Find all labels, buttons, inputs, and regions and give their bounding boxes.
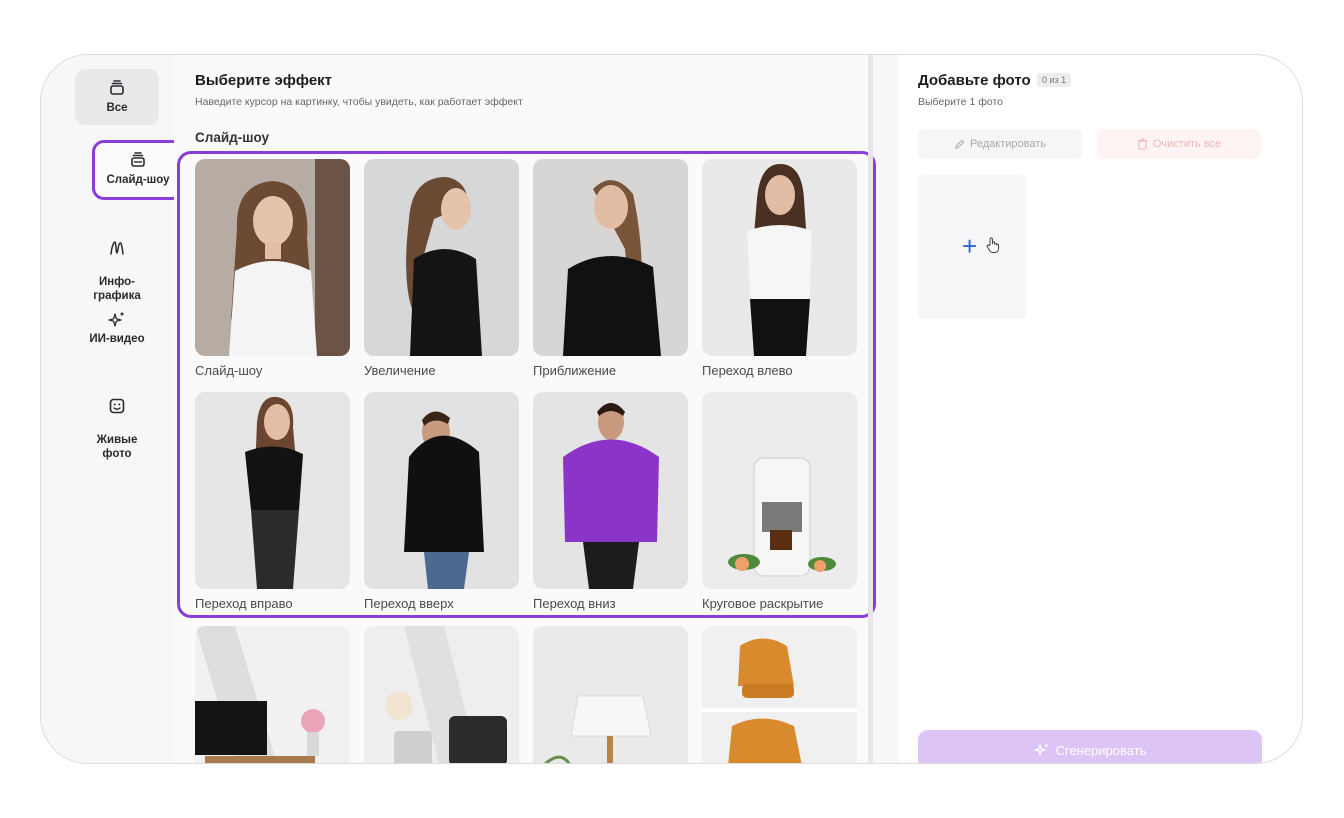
sidebar-item-label: ИИ-видео [89, 333, 145, 345]
slideshow-icon [131, 152, 145, 167]
sparkle-icon [108, 311, 125, 327]
smiley-icon [109, 398, 125, 414]
add-photo-slot[interactable]: + [918, 175, 1026, 319]
pencil-icon [955, 139, 965, 149]
clear-all-button-label: Очистить все [1152, 138, 1222, 150]
sidebar-item-label: Слайд-шоу [106, 174, 170, 186]
effects-panel: Выберите эффект Наведите курсор на карти… [174, 55, 876, 763]
sidebar-item-label: Живые фото [96, 434, 138, 460]
generate-button[interactable]: Сгенерировать [918, 730, 1262, 763]
effects-subtitle: Наведите курсор на картинку, чтобы увиде… [195, 96, 523, 108]
section-title: Слайд-шоу [195, 130, 270, 145]
edit-button[interactable]: Редактировать [918, 129, 1082, 159]
effect-thumbnail [364, 626, 519, 763]
upload-panel: Добавьте фото 0 из 1 Выберите 1 фото Ред… [898, 55, 1302, 763]
sparkle-icon [1033, 743, 1049, 756]
effect-card[interactable] [195, 626, 350, 763]
sidebar-item-slideshow[interactable]: Слайд-шоу [92, 140, 184, 200]
effect-card[interactable] [533, 626, 688, 763]
infographic-icon [110, 241, 124, 255]
effect-card[interactable] [364, 626, 519, 763]
effect-thumbnail [702, 626, 857, 763]
sidebar-item-label: Инфо- графика [93, 276, 141, 302]
sidebar-item-ai-video[interactable]: ИИ-видео [75, 300, 159, 345]
sidebar-item-live-photos[interactable]: Живые фото [75, 373, 159, 460]
selected-group-highlight [177, 151, 876, 618]
sidebar-item-label: Все [106, 102, 128, 114]
effect-card[interactable] [702, 626, 857, 763]
photo-count-badge: 0 из 1 [1037, 73, 1072, 87]
generate-button-label: Сгенерировать [1055, 742, 1147, 758]
clear-all-button[interactable]: Очистить все [1097, 129, 1261, 159]
hand-cursor-icon [986, 237, 1000, 253]
trash-icon [1137, 138, 1147, 150]
plus-icon: + [962, 231, 978, 261]
effects-title: Выберите эффект [195, 72, 333, 89]
sidebar-item-infographic[interactable]: Инфо- графика [75, 215, 159, 302]
effect-thumbnail [195, 626, 350, 763]
effect-thumbnail [533, 626, 688, 763]
stack-icon [110, 80, 124, 95]
upload-title: Добавьте фото [918, 72, 1031, 89]
app-window: Все Слайд-шоу Инфо- графика ИИ-видео Жив… [40, 54, 1303, 764]
edit-button-label: Редактировать [970, 138, 1046, 150]
sidebar-item-all[interactable]: Все [75, 69, 159, 125]
upload-subtitle: Выберите 1 фото [918, 96, 1003, 108]
effects-scrollbar[interactable] [868, 55, 873, 763]
